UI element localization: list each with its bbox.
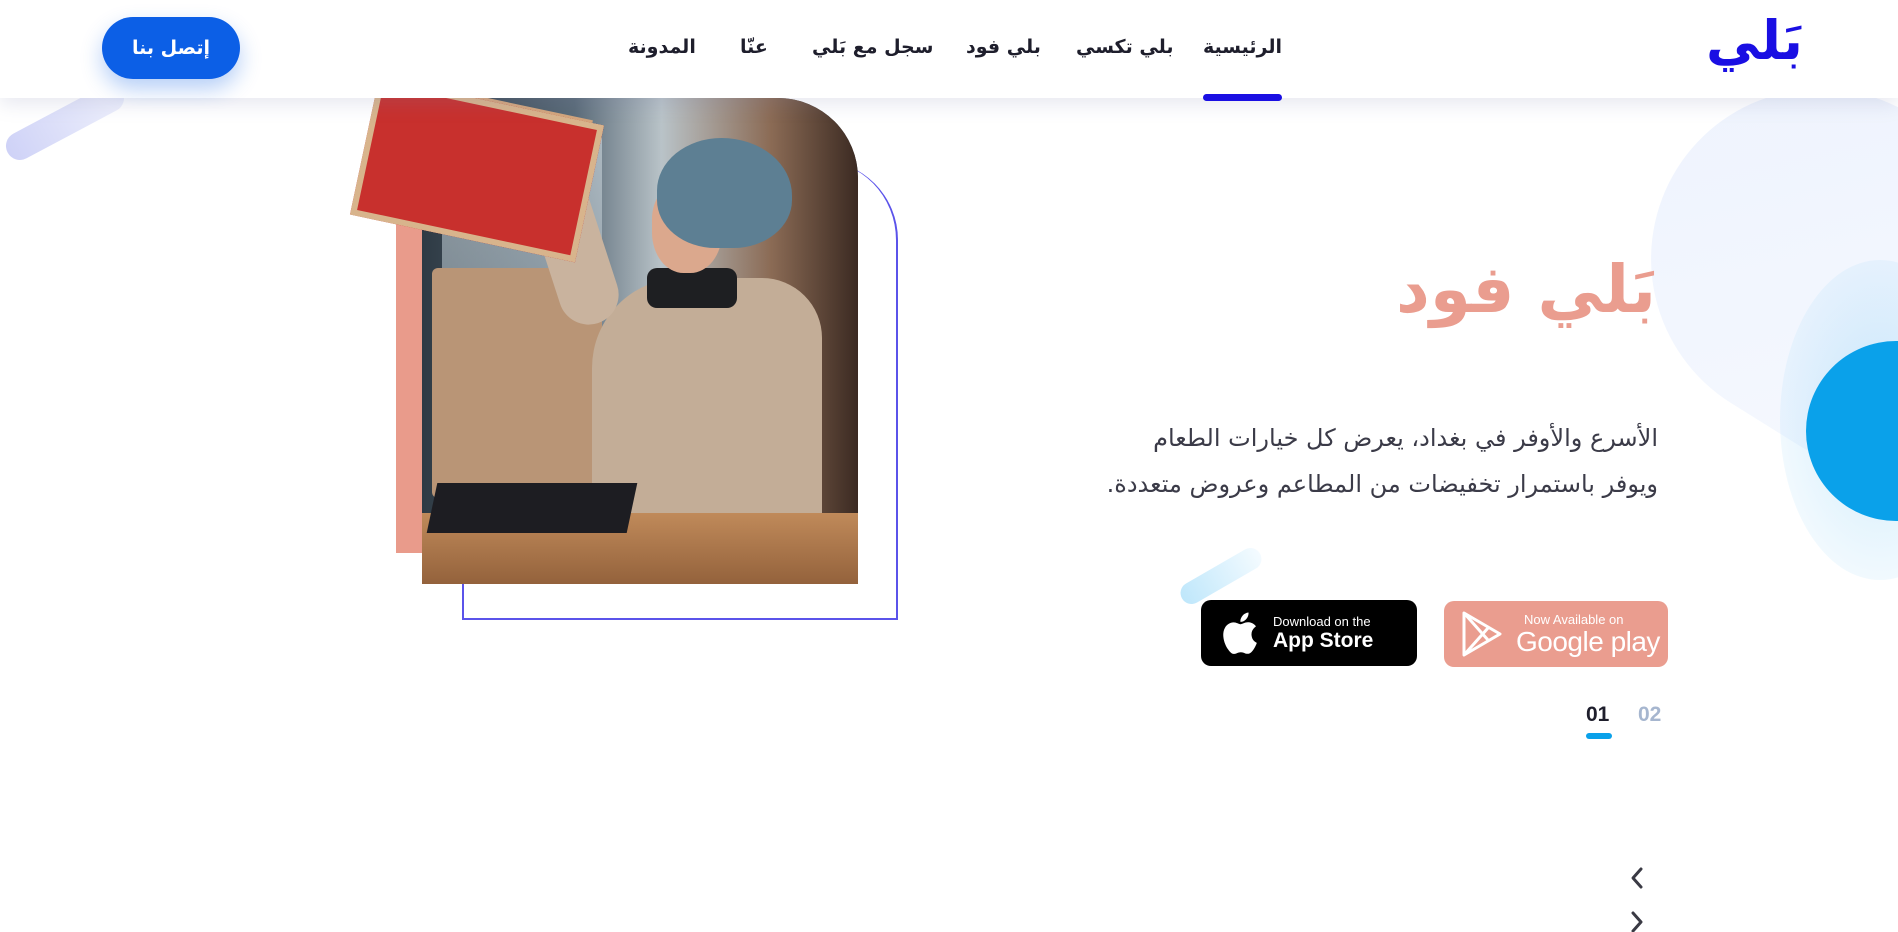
nav-item-taxi[interactable]: بلي تكسي xyxy=(1076,36,1173,58)
nav-item-home[interactable]: الرئيسية xyxy=(1203,36,1282,101)
nav-item-food[interactable]: بلي فود xyxy=(966,36,1041,58)
chevron-right-icon[interactable] xyxy=(1626,908,1648,932)
slide-indicator-current[interactable]: 01 xyxy=(1586,703,1609,727)
hero-description: الأسرع والأوفر في بغداد، يعرض كل خيارات … xyxy=(1040,415,1658,507)
app-store-small-label: Download on the xyxy=(1273,613,1371,629)
google-play-small-label: Now Available on xyxy=(1524,611,1624,627)
hero-title: بَلي فود xyxy=(1396,251,1656,328)
google-play-button[interactable]: Now Available on Google play xyxy=(1444,601,1668,667)
chevron-left-icon[interactable] xyxy=(1626,864,1648,892)
nav-item-about[interactable]: عنّا xyxy=(740,36,768,58)
play-icon xyxy=(1456,608,1508,660)
decorative-bar xyxy=(1176,543,1266,609)
hero-description-line-2: ويوفر باستمرار تخفيضات من المطاعم وعروض … xyxy=(1106,470,1658,498)
site-header: بَلي الرئيسية بلي تكسي بلي فود سجل مع بَ… xyxy=(0,0,1898,101)
slide-indicator-underline xyxy=(1586,733,1612,739)
nav-item-blog[interactable]: المدونة xyxy=(628,36,696,58)
app-store-label: App Store xyxy=(1273,628,1374,652)
apple-icon xyxy=(1213,607,1265,659)
hero-description-line-1: الأسرع والأوفر في بغداد، يعرض كل خيارات … xyxy=(1153,424,1658,452)
app-store-button[interactable]: Download on the App Store xyxy=(1201,600,1417,666)
slide-indicator-next[interactable]: 02 xyxy=(1638,703,1661,727)
page: بَلي الرئيسية بلي تكسي بلي فود سجل مع بَ… xyxy=(0,0,1898,932)
logo[interactable]: بَلي xyxy=(1706,14,1803,68)
nav-item-register[interactable]: سجل مع بَلي xyxy=(812,36,933,58)
google-play-label: Google play xyxy=(1516,625,1660,657)
contact-button[interactable]: إتصل بنا xyxy=(102,17,240,79)
